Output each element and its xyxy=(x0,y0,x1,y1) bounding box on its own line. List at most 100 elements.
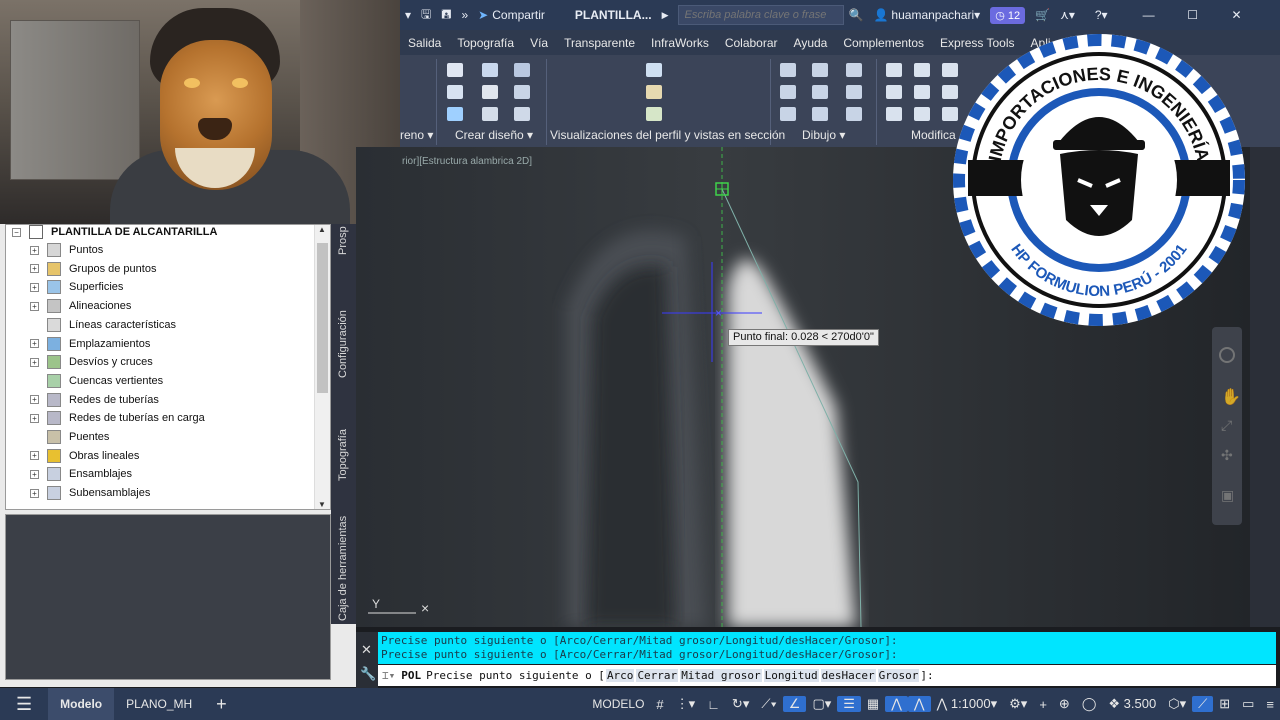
rectangle-icon[interactable] xyxy=(846,85,862,99)
option-grosor[interactable]: Grosor xyxy=(877,669,920,682)
navigation-bar[interactable]: ✋ ⤢ ✣ ▣ xyxy=(1212,327,1242,525)
expand-icon[interactable]: + xyxy=(30,469,39,479)
tab-prospector[interactable]: Prosp xyxy=(333,224,353,258)
tree-item-point-groups[interactable]: + Grupos de puntos xyxy=(30,260,156,278)
object-snap-icon[interactable]: ▢▾ xyxy=(806,696,837,712)
tree-item-subassemblies[interactable]: + Subensamblajes xyxy=(30,484,150,502)
grid-icon[interactable]: # xyxy=(650,697,669,712)
tab-configuracion[interactable]: Configuración xyxy=(333,304,353,384)
mirror-icon[interactable] xyxy=(914,85,930,99)
ellipse-icon[interactable] xyxy=(812,107,828,121)
hatch-icon[interactable] xyxy=(780,107,796,121)
section-view-icon[interactable] xyxy=(646,85,662,99)
create-pipe-network-icon[interactable] xyxy=(514,107,530,121)
workspace-gear-icon[interactable]: ⚙▾ xyxy=(1003,696,1033,712)
expand-icon[interactable]: + xyxy=(30,282,39,292)
tab-ayuda[interactable]: Ayuda xyxy=(786,36,836,50)
tree-scrollbar[interactable]: ▲ ▼ xyxy=(314,225,330,509)
line-icon[interactable] xyxy=(780,63,796,77)
scale-icon[interactable] xyxy=(914,107,930,121)
tab-via[interactable]: Vía xyxy=(522,36,556,50)
steering-wheel-icon[interactable] xyxy=(1219,347,1235,363)
isolate-objects-icon[interactable]: ◯ xyxy=(1076,696,1103,712)
create-feature-line-icon[interactable] xyxy=(514,63,530,77)
notifications-button[interactable]: ◷ 12 xyxy=(985,0,1030,30)
close-command-line-icon[interactable]: ✕ xyxy=(361,642,372,658)
customize-wrench-icon[interactable]: 🔧 xyxy=(360,666,376,682)
ribbon-group-partial[interactable]: reno ▾ xyxy=(400,128,433,142)
snap-icon[interactable]: ⋮▾ xyxy=(670,696,702,712)
help-icon[interactable]: ?▾ xyxy=(1090,0,1113,30)
autodesk-app-icon[interactable]: ⋏▾ xyxy=(1055,0,1080,30)
sample-lines-icon[interactable] xyxy=(646,107,662,121)
expand-icon[interactable]: + xyxy=(30,357,39,367)
tab-salida[interactable]: Salida xyxy=(400,36,449,50)
expand-icon[interactable]: + xyxy=(30,413,39,423)
circle-icon[interactable] xyxy=(812,85,828,99)
tree-item-corridors[interactable]: + Obras lineales xyxy=(30,447,139,465)
status-menu-icon[interactable]: ≡ xyxy=(1260,697,1280,712)
lineweight-icon[interactable]: ☰ xyxy=(837,696,861,712)
tree-item-pipe-networks[interactable]: + Redes de tuberías xyxy=(30,391,159,409)
annotation-scale-auto-icon[interactable]: ⋀ xyxy=(907,696,931,712)
ribbon-group-draw[interactable]: Dibujo ▾ xyxy=(802,128,845,142)
add-layout-button[interactable]: + xyxy=(204,688,239,720)
osnap-tracking-icon[interactable]: ∠ xyxy=(782,696,807,712)
orbit-icon[interactable]: ✣ xyxy=(1221,447,1233,464)
create-surface-icon[interactable] xyxy=(482,63,498,77)
expand-icon[interactable]: + xyxy=(30,245,39,255)
option-longitud[interactable]: Longitud xyxy=(763,669,819,682)
create-corridor-icon[interactable] xyxy=(514,85,530,99)
viewport-label[interactable]: rior][Estructura alambrica 2D] xyxy=(402,156,532,167)
annotation-monitor-icon[interactable]: ⊕ xyxy=(1053,696,1076,712)
customize-icon[interactable]: ⊞ xyxy=(1213,696,1236,712)
model-space-button[interactable]: MODELO xyxy=(586,697,650,711)
option-mitad-grosor[interactable]: Mitad grosor xyxy=(680,669,762,682)
tree-item-pressure-networks[interactable]: + Redes de tuberías en carga xyxy=(30,409,205,427)
tree-item-surfaces[interactable]: + Superficies xyxy=(30,278,123,296)
cart-icon[interactable]: 🛒 xyxy=(1030,0,1055,30)
pan-icon[interactable]: ✋ xyxy=(1221,387,1241,407)
expand-icon[interactable]: + xyxy=(30,451,39,461)
add-icon[interactable]: + xyxy=(1033,697,1053,712)
hardware-accel-icon[interactable]: ⬡▾ xyxy=(1162,696,1192,712)
tree-root[interactable]: − PLANTILLA DE ALCANTARILLA xyxy=(12,225,217,241)
create-points-icon[interactable] xyxy=(447,63,463,77)
expand-icon[interactable]: + xyxy=(30,339,39,348)
collapse-icon[interactable]: − xyxy=(12,227,21,237)
tree-scroll-thumb[interactable] xyxy=(317,243,328,393)
scroll-down-icon[interactable]: ▼ xyxy=(318,500,326,509)
move-icon[interactable] xyxy=(886,63,902,77)
tree-item-feature-lines[interactable]: Líneas características xyxy=(30,316,176,334)
stretch-icon[interactable] xyxy=(886,107,902,121)
save-as-icon[interactable]: 🖪 xyxy=(436,0,456,30)
option-arco[interactable]: Arco xyxy=(605,669,635,682)
close-button[interactable]: ✕ xyxy=(1215,0,1259,30)
tree-item-bridges[interactable]: Puentes xyxy=(30,428,109,446)
zoom-icon[interactable]: ⤢ xyxy=(1221,417,1232,434)
command-line-input[interactable]: ⌶▾ POL Precise punto siguiente o [ Arco … xyxy=(378,665,1276,686)
spline-icon[interactable] xyxy=(780,85,796,99)
ribbon-group-create-design[interactable]: Crear diseño ▾ xyxy=(455,128,533,142)
search-icon[interactable]: 🔍 xyxy=(844,0,869,30)
annotation-visibility-icon[interactable]: ⋀ xyxy=(885,696,908,712)
create-alignment-icon[interactable] xyxy=(447,85,463,99)
maximize-button[interactable]: ☐ xyxy=(1171,0,1215,30)
share-button[interactable]: ➤ Compartir xyxy=(473,0,550,30)
region-icon[interactable] xyxy=(846,107,862,121)
isodraft-icon[interactable]: ⟋▾ xyxy=(755,696,782,712)
tree-item-assemblies[interactable]: + Ensamblajes xyxy=(30,465,132,483)
profile-view-icon[interactable] xyxy=(646,63,662,77)
tree-item-points[interactable]: + Puntos xyxy=(30,241,103,259)
user-account[interactable]: 👤 huamanpachari ▾ xyxy=(868,0,985,30)
expand-icon[interactable]: + xyxy=(30,488,39,498)
tree-item-alignments[interactable]: + Alineaciones xyxy=(30,297,131,315)
tab-topografia[interactable]: Topografía xyxy=(333,424,353,486)
command-line-handle[interactable]: ✕ 🔧 xyxy=(356,632,378,688)
tab-topografia[interactable]: Topografía xyxy=(449,36,522,50)
create-grading-icon[interactable] xyxy=(482,107,498,121)
recent-commands-icon[interactable]: ⌶▾ xyxy=(382,669,395,682)
save-icon[interactable]: 🖫 xyxy=(416,0,436,30)
tree-item-intersections[interactable]: + Desvíos y cruces xyxy=(30,353,153,371)
tab-transparente[interactable]: Transparente xyxy=(556,36,643,50)
